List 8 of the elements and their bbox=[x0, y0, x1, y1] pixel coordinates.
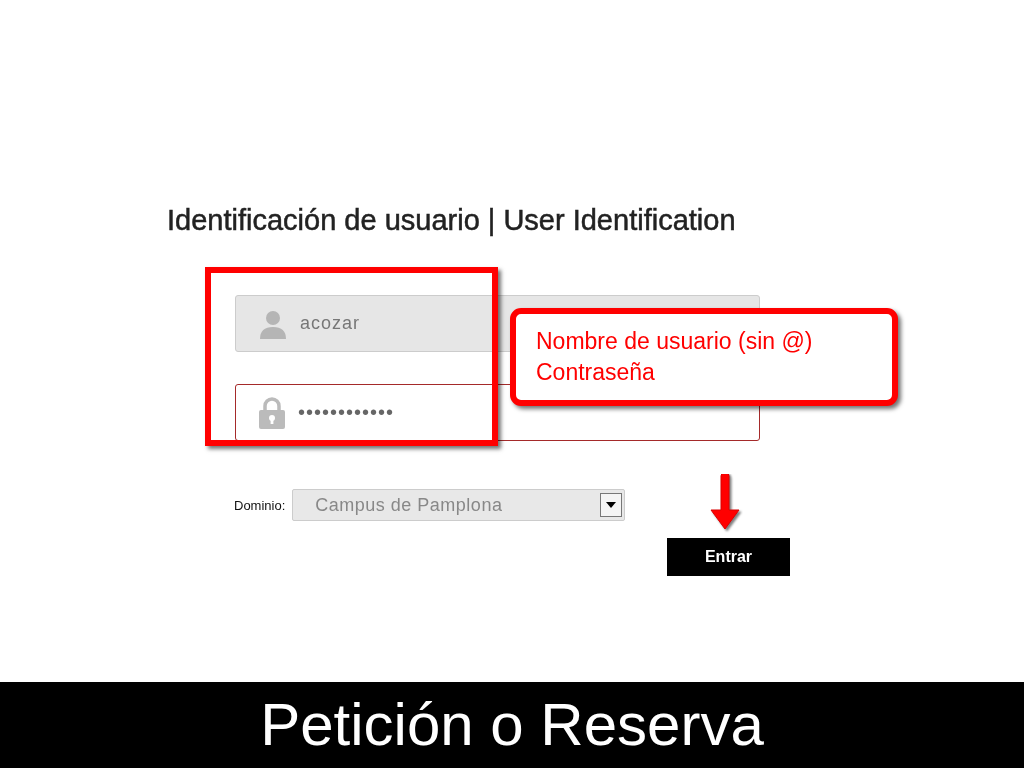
user-icon bbox=[258, 308, 288, 339]
domain-label: Dominio: bbox=[234, 497, 286, 513]
enter-button[interactable]: Entrar bbox=[667, 538, 790, 576]
caret-icon bbox=[600, 493, 623, 517]
domain-dropdown[interactable]: Campus de Pamplona bbox=[292, 489, 626, 521]
lock-icon bbox=[258, 396, 286, 429]
form-title: Identificación de usuario | User Identification bbox=[167, 204, 736, 237]
slide-title: Petición o Reserva bbox=[260, 695, 764, 755]
